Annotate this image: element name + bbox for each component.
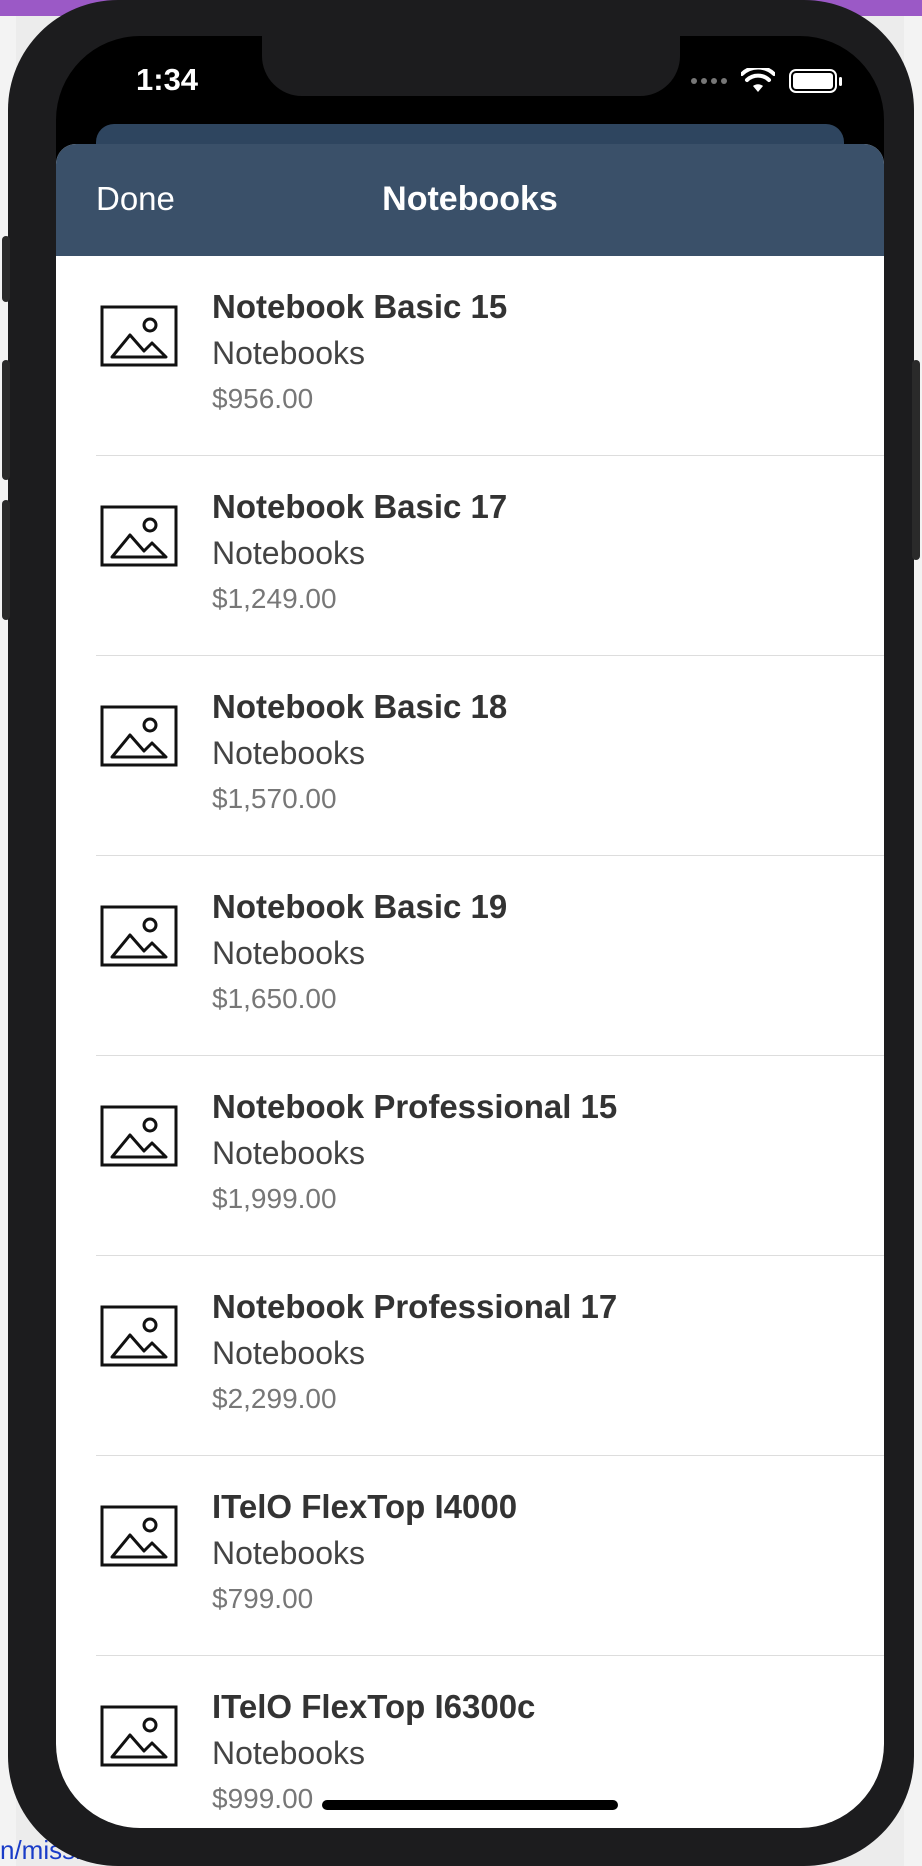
list-item[interactable]: Notebook Professional 17 Notebooks $2,29… [56,1256,884,1456]
phone-screen: 1:34 Done Notebooks Notebook Basic 15 No… [56,36,884,1828]
battery-icon [789,69,842,93]
list-item[interactable]: Notebook Professional 15 Notebooks $1,99… [56,1056,884,1256]
product-category: Notebooks [212,335,365,371]
side-button [2,500,10,620]
product-category: Notebooks [212,1535,365,1571]
side-button [912,360,920,560]
product-name: Notebook Basic 17 [212,488,508,525]
home-indicator[interactable] [322,1800,618,1810]
wifi-icon [741,68,775,92]
product-price: $956.00 [212,383,314,414]
product-price: $1,650.00 [212,983,337,1014]
product-category: Notebooks [212,1735,365,1771]
product-name: Notebook Professional 15 [212,1088,618,1125]
product-name: Notebook Basic 19 [212,888,508,925]
image-placeholder-icon [100,705,178,767]
image-placeholder-icon [100,505,178,567]
side-button [2,360,10,480]
product-category: Notebooks [212,1335,365,1371]
product-price: $999.00 [212,1783,314,1814]
image-placeholder-icon [100,1105,178,1167]
product-name: ITelO FlexTop I4000 [212,1488,518,1525]
product-name: ITelO FlexTop I6300c [212,1688,536,1725]
product-list: Notebook Basic 15 Notebooks $956.00 Note… [56,256,884,1828]
product-price: $1,249.00 [212,583,337,614]
list-item[interactable]: Notebook Basic 18 Notebooks $1,570.00 [56,656,884,856]
product-name: Notebook Basic 18 [212,688,508,725]
product-name: Notebook Professional 17 [212,1288,618,1325]
notch [262,36,680,96]
list-item[interactable]: Notebook Basic 15 Notebooks $956.00 [56,256,884,456]
side-button [2,236,10,302]
product-category: Notebooks [212,735,365,771]
image-placeholder-icon [100,1505,178,1567]
image-placeholder-icon [100,905,178,967]
page-title: Notebooks [382,180,558,218]
product-category: Notebooks [212,1135,365,1171]
product-category: Notebooks [212,935,365,971]
cellular-signal-icon [691,78,727,84]
navigation-bar: Done Notebooks [56,144,884,256]
product-price: $1,999.00 [212,1183,337,1214]
product-price: $2,299.00 [212,1383,337,1414]
image-placeholder-icon [100,1305,178,1367]
product-price: $799.00 [212,1583,314,1614]
product-category: Notebooks [212,535,365,571]
list-item[interactable]: ITelO FlexTop I4000 Notebooks $799.00 [56,1456,884,1656]
status-icons [691,68,842,94]
list-item[interactable]: Notebook Basic 19 Notebooks $1,650.00 [56,856,884,1056]
image-placeholder-icon [100,1705,178,1767]
product-price: $1,570.00 [212,783,337,814]
status-time: 1:34 [136,62,199,97]
list-item[interactable]: Notebook Basic 17 Notebooks $1,249.00 [56,456,884,656]
product-name: Notebook Basic 15 [212,288,508,325]
image-placeholder-icon [100,305,178,367]
product-sheet: Done Notebooks Notebook Basic 15 Noteboo… [56,144,884,1828]
phone-frame: 1:34 Done Notebooks Notebook Basic 15 No… [2,0,920,1866]
